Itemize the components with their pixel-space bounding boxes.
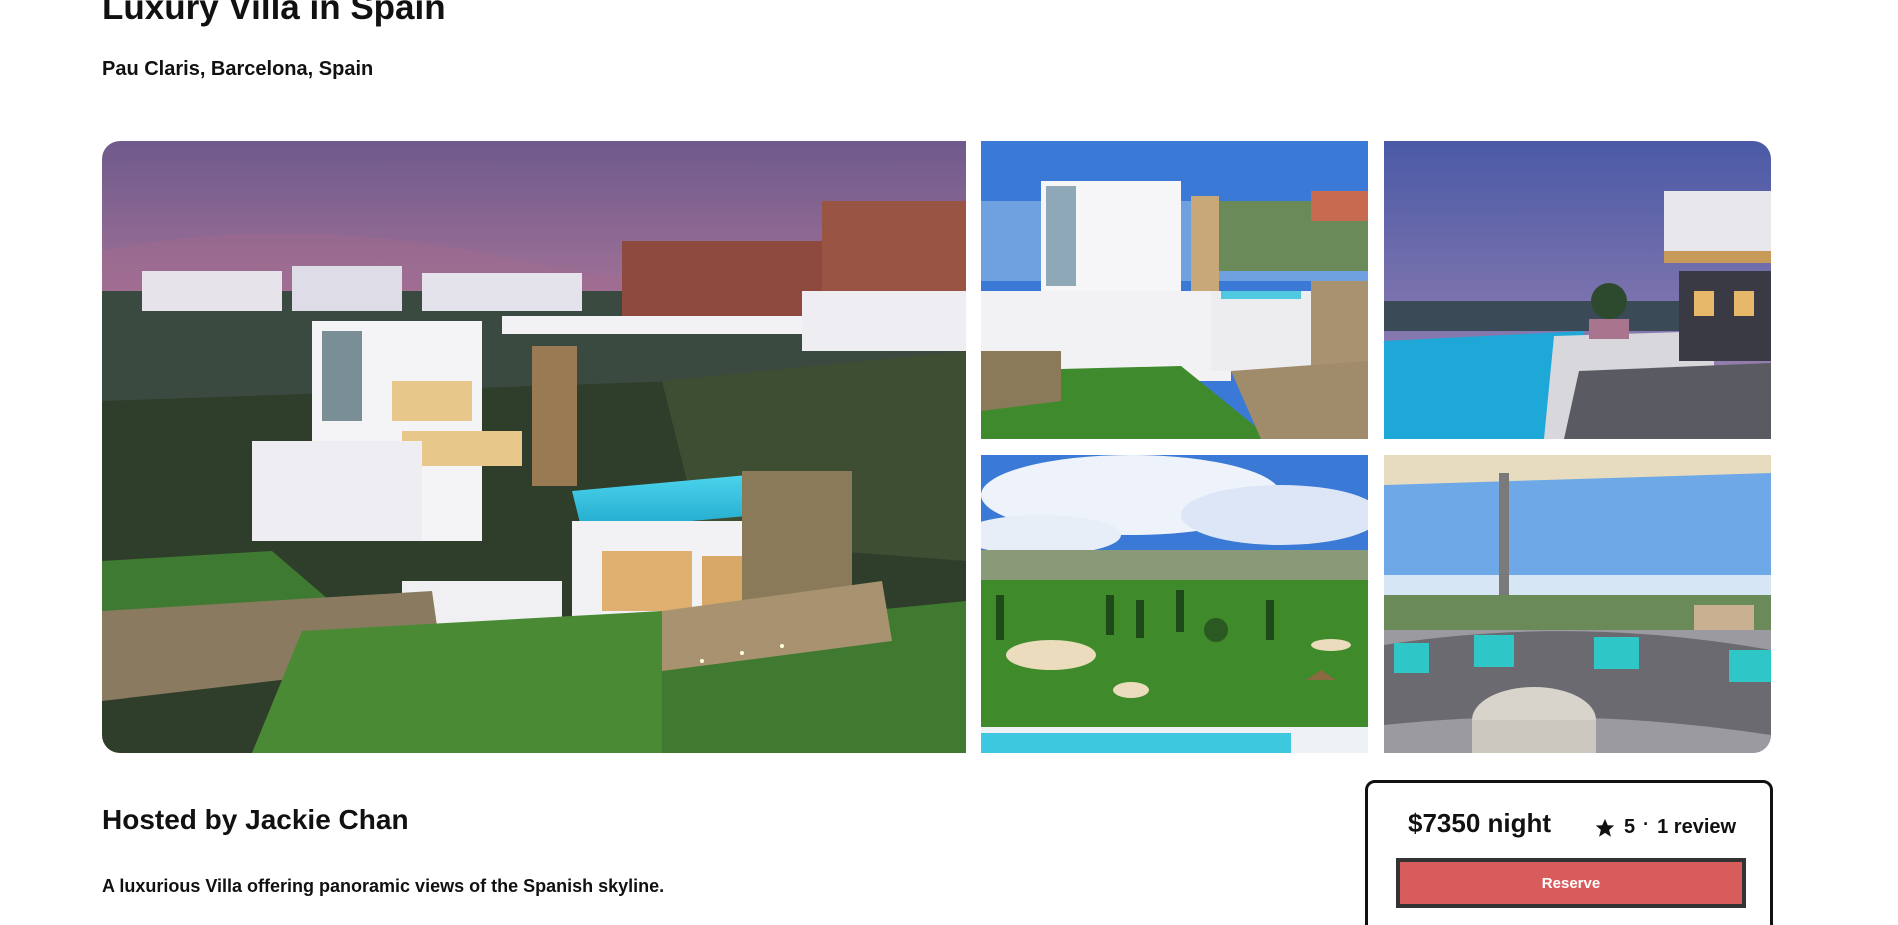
star-icon bbox=[1595, 818, 1615, 837]
rating-summary: 5 · 1 review bbox=[1594, 814, 1736, 839]
review-count[interactable]: 1 review bbox=[1657, 816, 1736, 839]
listing-location: Pau Claris, Barcelona, Spain bbox=[102, 58, 374, 80]
gallery-photo-4[interactable] bbox=[981, 455, 1368, 753]
gallery-photo-2[interactable] bbox=[981, 141, 1368, 439]
rating-separator: · bbox=[1643, 814, 1650, 834]
photo-gallery bbox=[102, 141, 1771, 753]
price-per-night: $7350 night bbox=[1408, 808, 1552, 838]
main-photo[interactable] bbox=[102, 141, 966, 753]
booking-card: $7350 night 5 · 1 review Reserve bbox=[1365, 780, 1773, 925]
gallery-photo-3[interactable] bbox=[1384, 141, 1771, 439]
rating-value: 5 bbox=[1624, 816, 1636, 838]
reserve-button[interactable]: Reserve bbox=[1396, 858, 1746, 908]
listing-description: A luxurious Villa offering panoramic vie… bbox=[102, 876, 665, 896]
host-title: Hosted by Jackie Chan bbox=[102, 804, 409, 835]
gallery-photo-5[interactable] bbox=[1384, 455, 1771, 753]
listing-title: Luxury Villa in Spain bbox=[102, 0, 446, 27]
